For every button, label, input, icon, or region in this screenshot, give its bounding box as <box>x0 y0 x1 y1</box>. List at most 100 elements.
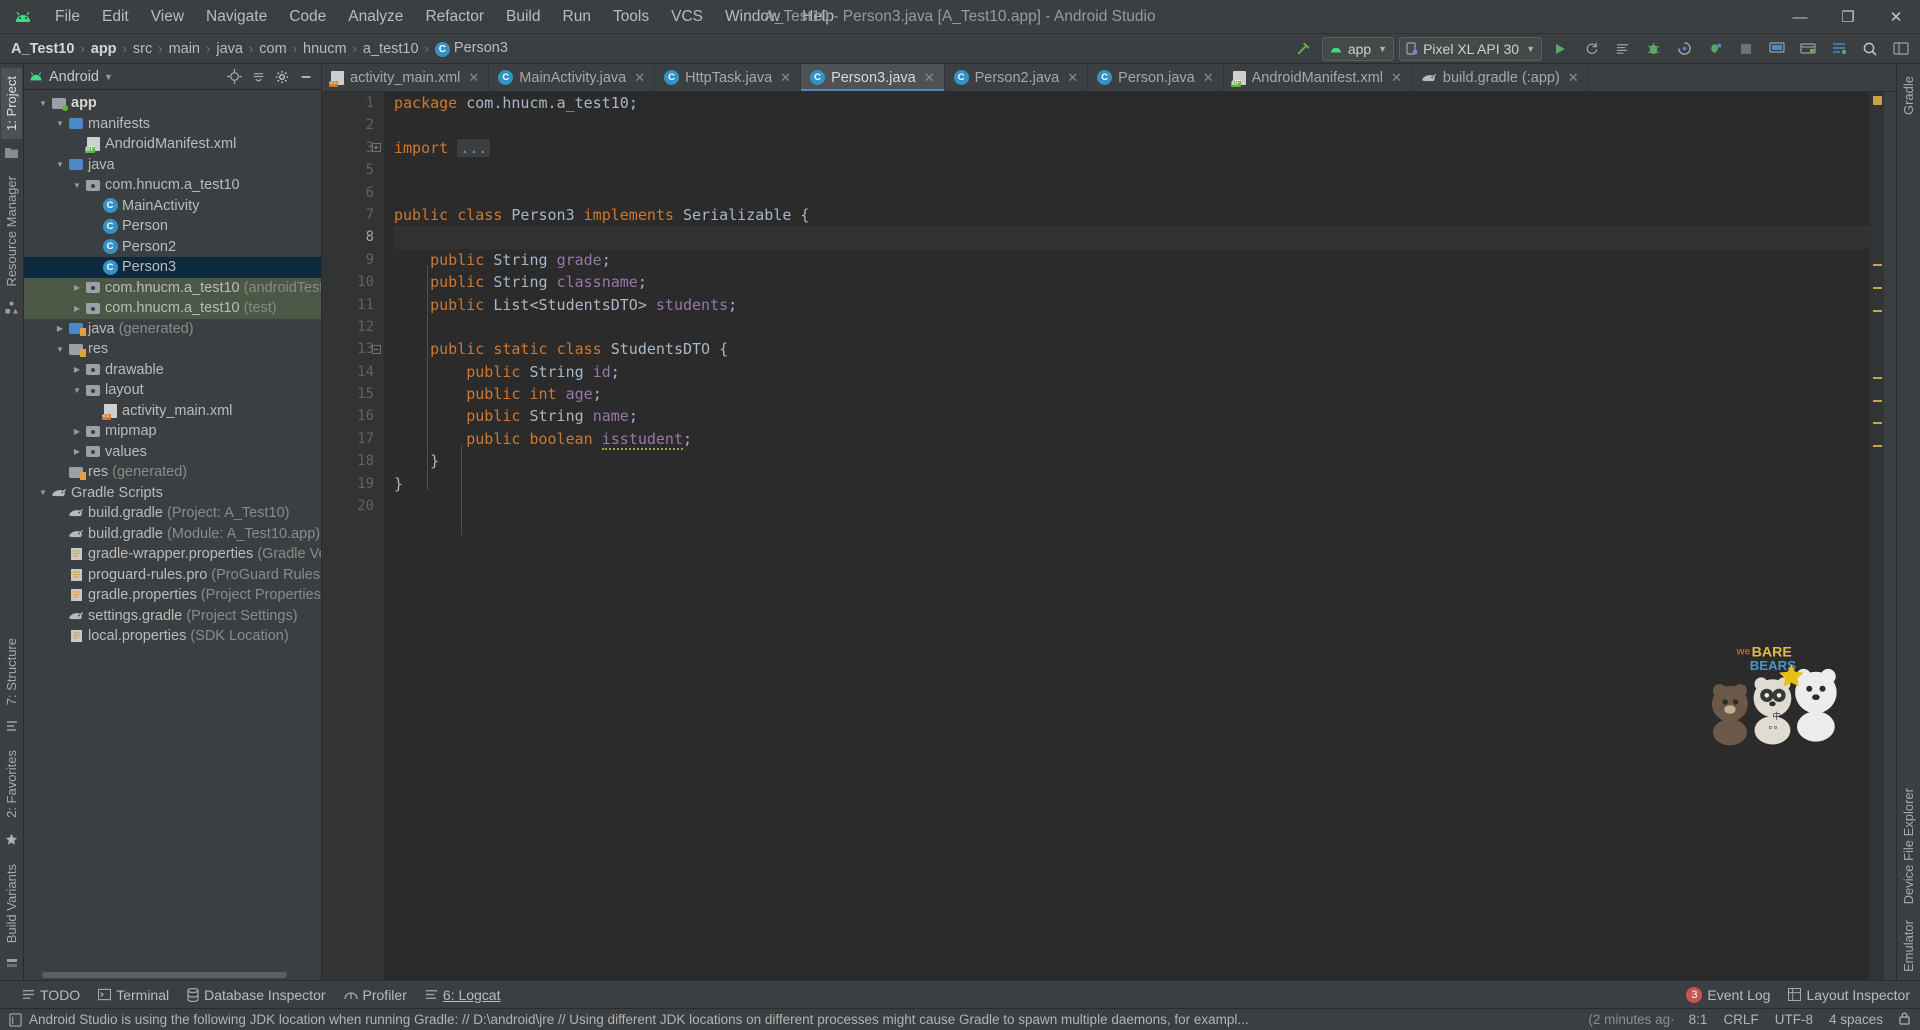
code-line[interactable]: } <box>394 473 1870 495</box>
project-structure-icon[interactable] <box>1888 37 1914 61</box>
build-hammer-icon[interactable] <box>1291 37 1317 61</box>
breadcrumb-project[interactable]: A_Test10 <box>6 39 79 59</box>
menu-navigate[interactable]: Navigate <box>195 4 278 30</box>
tool-tab-build-variants[interactable]: Build Variants <box>1 856 22 951</box>
fold-expand-icon[interactable]: + <box>369 137 383 159</box>
menu-window[interactable]: Window <box>714 4 791 30</box>
menu-analyze[interactable]: Analyze <box>337 4 414 30</box>
expand-arrow-closed-icon[interactable]: ▶ <box>70 365 84 374</box>
breadcrumb-module[interactable]: app <box>86 39 122 59</box>
window-controls[interactable]: — ❐ ✕ <box>1776 0 1920 34</box>
tree-node-res[interactable]: ▶ res(generated) <box>24 462 321 483</box>
code-line[interactable]: public class Person3 implements Serializ… <box>394 204 1870 226</box>
editor-gutter[interactable]: 1 2 3 5 6 7 8 9 10 11 12 13 14 15 16 17 18 19 20 + − <box>322 92 384 980</box>
gutter-line-number[interactable]: 11 <box>322 294 384 316</box>
bottom-tab-profiler[interactable]: Profiler <box>343 987 407 1003</box>
fold-collapse-icon-box[interactable]: − <box>371 345 381 355</box>
bottom-bar-right[interactable]: 3 Event Log Layout Inspector <box>1686 986 1920 1003</box>
device-selector[interactable]: Pixel XL API 30 ▼ <box>1399 36 1542 61</box>
expand-arrow-closed-icon[interactable]: ▶ <box>70 304 84 313</box>
expand-arrow-open-icon[interactable]: ▼ <box>53 345 67 354</box>
warning-mark[interactable] <box>1873 264 1882 266</box>
structure-icon[interactable] <box>6 713 18 742</box>
left-tool-strip[interactable]: 1: Project Resource Manager 7: Structure… <box>0 64 24 980</box>
gutter-line-number[interactable]: 6 <box>322 182 384 204</box>
tree-node-person2[interactable]: ▶CPerson2 <box>24 237 321 258</box>
gutter-line-number[interactable]: 16 <box>322 405 384 427</box>
right-tool-strip[interactable]: Gradle Device File Explorer Emulator <box>1896 64 1920 980</box>
code-line[interactable] <box>394 182 1870 204</box>
run-button[interactable] <box>1547 37 1573 61</box>
editor-vertical-scrollbar[interactable] <box>1884 92 1896 980</box>
gutter-line-number[interactable]: 2 <box>322 114 384 136</box>
editor-tab-mainactivity-java[interactable]: C MainActivity.java ✕ <box>489 64 656 91</box>
menu-run[interactable]: Run <box>552 4 602 30</box>
file-encoding[interactable]: UTF-8 <box>1775 1012 1813 1027</box>
tree-node-androidmanifest-xml[interactable]: ▶MF AndroidManifest.xml <box>24 134 321 155</box>
gradle-sync-icon[interactable] <box>1826 37 1852 61</box>
gutter-line-number[interactable]: 9 <box>322 249 384 271</box>
expand-arrow-open-icon[interactable]: ▼ <box>36 99 50 108</box>
warning-mark[interactable] <box>1873 400 1882 402</box>
code-line[interactable]: public List<StudentsDTO> students; <box>394 294 1870 316</box>
indent-setting[interactable]: 4 spaces <box>1829 1012 1883 1027</box>
tree-node-build-gradle[interactable]: ▶ build.gradle(Module: A_Test10.app) <box>24 524 321 545</box>
tree-node-proguard-rules-pro[interactable]: ▶ proguard-rules.pro(ProGuard Rules for A <box>24 565 321 586</box>
tree-node-com-hnucm-a-test10[interactable]: ▶ com.hnucm.a_test10 (androidTest) <box>24 277 321 298</box>
gutter-line-number[interactable]: 12 <box>322 316 384 338</box>
breadcrumb-a_test10[interactable]: a_test10 <box>358 39 424 59</box>
fold-expand-icon-box[interactable]: + <box>371 143 381 153</box>
gutter-line-number[interactable]: 14 <box>322 361 384 383</box>
close-tab-icon[interactable]: ✕ <box>634 70 645 86</box>
menu-view[interactable]: View <box>140 4 195 30</box>
gutter-line-number[interactable]: 17 <box>322 428 384 450</box>
menu-file[interactable]: File <box>44 4 91 30</box>
tree-node-com-hnucm-a-test10[interactable]: ▼ com.hnucm.a_test10 <box>24 175 321 196</box>
bottom-tab-logcat[interactable]: 6: Logcat <box>425 987 500 1003</box>
tree-node-person3[interactable]: ▶CPerson3 <box>24 257 321 278</box>
sdk-manager-icon[interactable] <box>1795 37 1821 61</box>
project-view-selector[interactable]: Android ▼ <box>28 69 113 85</box>
tree-node-drawable[interactable]: ▶ drawable <box>24 360 321 381</box>
code-line[interactable]: public String name; <box>394 405 1870 427</box>
attach-debugger-icon[interactable] <box>1702 37 1728 61</box>
tree-node-java[interactable]: ▶ java (generated) <box>24 319 321 340</box>
main-toolbar[interactable]: app ▼ Pixel XL API 30 ▼ <box>1291 36 1914 61</box>
close-tab-icon[interactable]: ✕ <box>1391 70 1402 86</box>
bottom-tab-todo[interactable]: TODO <box>22 987 80 1003</box>
warning-mark[interactable] <box>1873 445 1882 447</box>
tree-node-res[interactable]: ▼ res <box>24 339 321 360</box>
gutter-line-number[interactable]: 8 <box>322 226 384 248</box>
editor-code-area[interactable]: 1 2 3 5 6 7 8 9 10 11 12 13 14 15 16 17 18 19 20 + − package… <box>322 92 1896 980</box>
scrollbar-thumb[interactable] <box>42 972 287 978</box>
expand-arrow-open-icon[interactable]: ▼ <box>36 488 50 497</box>
hide-panel-icon[interactable] <box>295 67 317 87</box>
layout-inspector-button[interactable]: Layout Inspector <box>1788 987 1910 1003</box>
code-line[interactable]: public String classname; <box>394 271 1870 293</box>
editor-text[interactable]: package com.hnucm.a_test10; import ... p… <box>384 92 1870 980</box>
project-panel-actions[interactable] <box>223 67 317 87</box>
code-line[interactable]: public String id; <box>394 361 1870 383</box>
editor-tab-bar[interactable]: <> activity_main.xml ✕ C MainActivity.java ✕ C… <box>322 64 1896 92</box>
tool-tab-gradle[interactable]: Gradle <box>1898 68 1919 123</box>
code-line[interactable]: public static class StudentsDTO { <box>394 338 1870 360</box>
apply-code-changes-icon[interactable] <box>1609 37 1635 61</box>
code-line[interactable] <box>394 114 1870 136</box>
build-variants-icon[interactable] <box>6 951 18 980</box>
breadcrumb[interactable]: A_Test10 › app › src › main › java › com… <box>6 38 513 59</box>
editor-tab-activity-main-xml[interactable]: <> activity_main.xml ✕ <box>322 64 490 91</box>
tree-node-values[interactable]: ▶ values <box>24 442 321 463</box>
fold-collapse-icon[interactable]: − <box>369 338 383 360</box>
tool-tab-device-file-explorer[interactable]: Device File Explorer <box>1898 780 1919 912</box>
code-line[interactable]: } <box>394 450 1870 472</box>
gear-icon[interactable] <box>271 67 293 87</box>
tree-node-mainactivity[interactable]: ▶CMainActivity <box>24 196 321 217</box>
code-line[interactable] <box>394 316 1870 338</box>
code-line[interactable]: package com.hnucm.a_test10; <box>394 92 1870 114</box>
menu-vcs[interactable]: VCS <box>660 4 714 30</box>
line-separator[interactable]: CRLF <box>1723 1012 1758 1027</box>
close-tab-icon[interactable]: ✕ <box>1568 70 1579 86</box>
warning-mark[interactable] <box>1873 377 1882 379</box>
menu-build[interactable]: Build <box>495 4 551 30</box>
breadcrumb-hnucm[interactable]: hnucm <box>298 39 352 59</box>
